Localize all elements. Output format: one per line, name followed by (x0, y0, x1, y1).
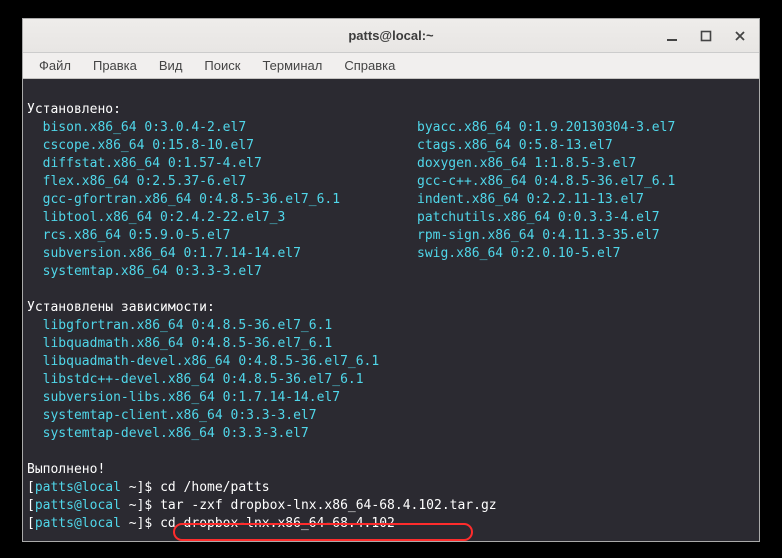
pkg-row: libtool.x86_64 0:2.4.2-22.el7_3patchutil… (27, 210, 660, 225)
done-line: Выполнено! (27, 462, 105, 477)
pkg-row: gcc-gfortran.x86_64 0:4.8.5-36.el7_6.1in… (27, 192, 644, 207)
prompt-line-2: [patts@local ~]$ tar -zxf dropbox-lnx.x8… (27, 498, 497, 513)
prompt-line-3: [patts@local ~]$ cd dropbox-lnx.x86_64-6… (27, 516, 395, 531)
dep-row: systemtap-devel.x86_64 0:3.3-3.el7 (27, 426, 309, 441)
terminal-window: patts@local:~ Файл Правка Вид Поиск Терм… (22, 18, 760, 542)
close-button[interactable] (727, 26, 753, 46)
close-icon (734, 30, 746, 42)
menu-help[interactable]: Справка (334, 55, 405, 76)
menu-edit[interactable]: Правка (83, 55, 147, 76)
window-controls (659, 19, 753, 52)
titlebar: patts@local:~ (23, 19, 759, 53)
pkg-row: diffstat.x86_64 0:1.57-4.el7doxygen.x86_… (27, 156, 636, 171)
dep-row: libquadmath-devel.x86_64 0:4.8.5-36.el7_… (27, 354, 379, 369)
dep-row: subversion-libs.x86_64 0:1.7.14-14.el7 (27, 390, 340, 405)
dep-row: libstdc++-devel.x86_64 0:4.8.5-36.el7_6.… (27, 372, 364, 387)
menubar: Файл Правка Вид Поиск Терминал Справка (23, 53, 759, 79)
pkg-row: systemtap.x86_64 0:3.3-3.el7 (27, 264, 417, 279)
dep-row: systemtap-client.x86_64 0:3.3-3.el7 (27, 408, 317, 423)
minimize-icon (666, 30, 678, 42)
menu-file[interactable]: Файл (29, 55, 81, 76)
pkg-row: cscope.x86_64 0:15.8-10.el7ctags.x86_64 … (27, 138, 613, 153)
prompt-line-1: [patts@local ~]$ cd /home/patts (27, 480, 270, 495)
section-deps-header: Установлены зависимости: (27, 300, 215, 315)
maximize-button[interactable] (693, 26, 719, 46)
dep-row: libquadmath.x86_64 0:4.8.5-36.el7_6.1 (27, 336, 332, 351)
menu-search[interactable]: Поиск (194, 55, 250, 76)
maximize-icon (700, 30, 712, 42)
pkg-row: flex.x86_64 0:2.5.37-6.el7gcc-c++.x86_64… (27, 174, 675, 189)
window-title: patts@local:~ (23, 28, 759, 43)
pkg-row: bison.x86_64 0:3.0.4-2.el7byacc.x86_64 0… (27, 120, 675, 135)
section-installed-header: Установлено: (27, 102, 121, 117)
dep-row: libgfortran.x86_64 0:4.8.5-36.el7_6.1 (27, 318, 332, 333)
terminal-body[interactable]: Установлено: bison.x86_64 0:3.0.4-2.el7b… (23, 79, 759, 541)
menu-view[interactable]: Вид (149, 55, 193, 76)
minimize-button[interactable] (659, 26, 685, 46)
pkg-row: subversion.x86_64 0:1.7.14-14.el7swig.x8… (27, 246, 621, 261)
menu-terminal[interactable]: Терминал (252, 55, 332, 76)
pkg-row: rcs.x86_64 0:5.9.0-5.el7rpm-sign.x86_64 … (27, 228, 660, 243)
